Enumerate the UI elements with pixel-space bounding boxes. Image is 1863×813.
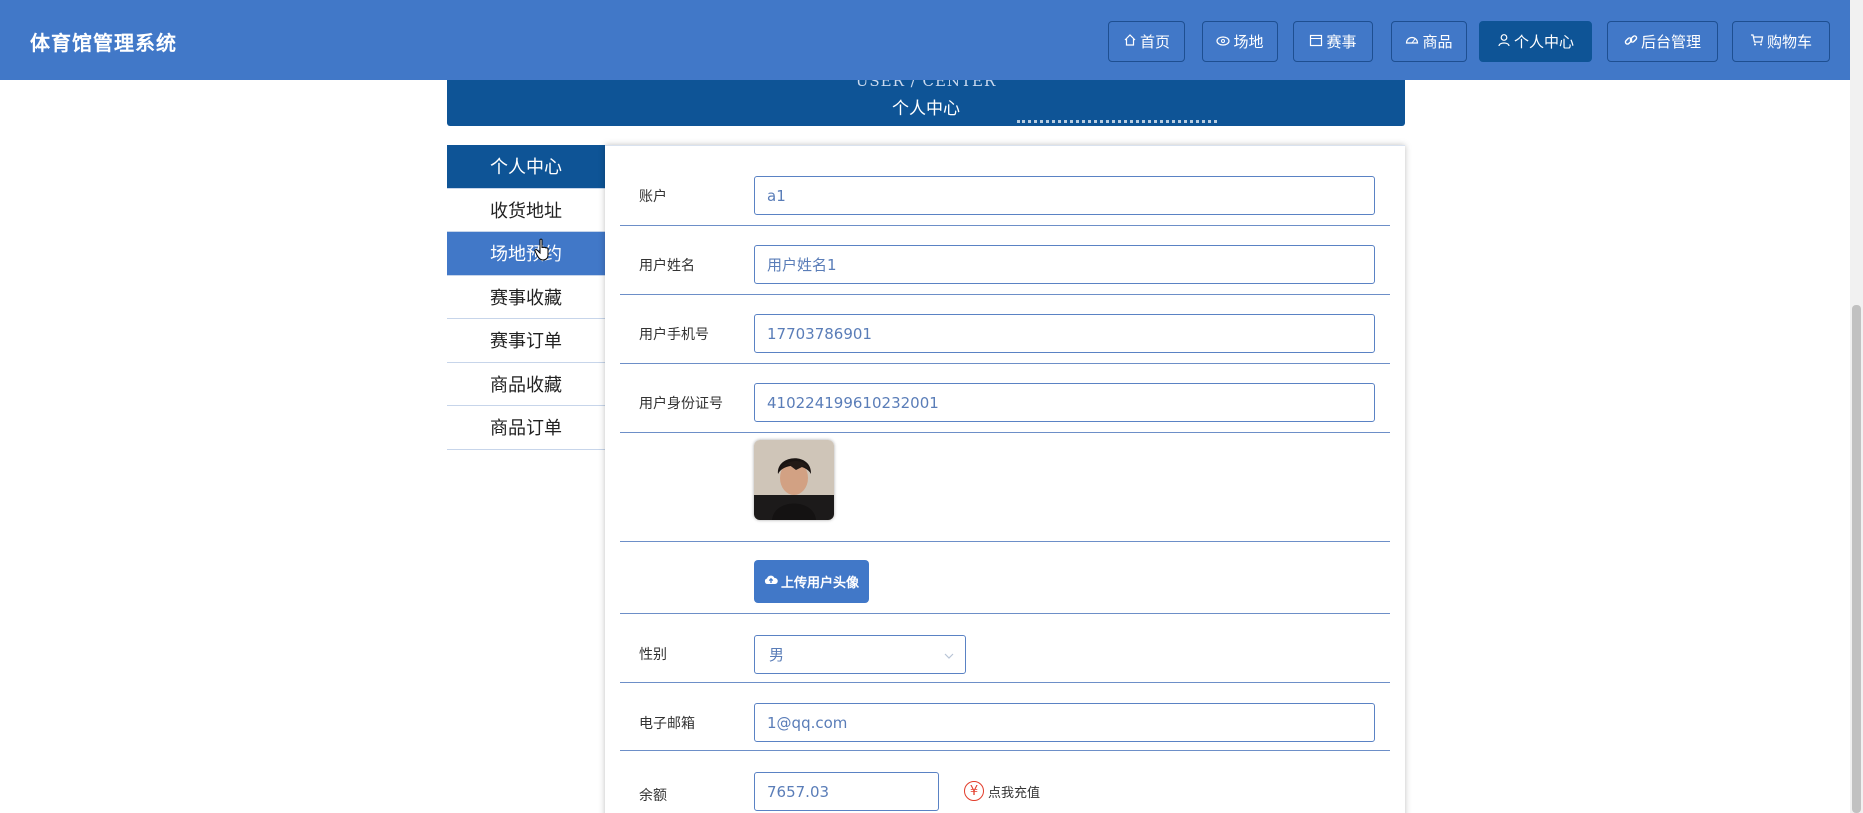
balance-row: 余额 ¥ 点我充值 [620,751,1390,813]
banner-title: 个人中心 [892,99,960,119]
name-row: 用户姓名 [620,226,1390,295]
nav-goods-button[interactable]: 商品 [1391,21,1467,62]
cloud-upload-icon [764,573,778,590]
user-info-form: 账户 用户姓名 用户手机号 用户身份证号 [605,145,1405,813]
nav-events-button[interactable]: 赛事 [1293,21,1373,62]
email-row: 电子邮箱 [620,683,1390,751]
phone-row: 用户手机号 [620,295,1390,364]
recharge-link[interactable]: ¥ 点我充值 [964,781,1040,801]
page-banner: USER / CENTER 个人中心 [447,80,1405,126]
sidebar-item-user-center[interactable]: 个人中心 [447,145,605,189]
nav-goods-label: 商品 [1422,33,1453,51]
nav-admin-label: 后台管理 [1640,33,1701,51]
sidebar-item-event-favorites[interactable]: 赛事收藏 [447,275,605,319]
upload-avatar-label: 上传用户头像 [780,575,859,590]
goods-icon [1405,33,1419,51]
nav-home-label: 首页 [1139,33,1170,51]
scrollbar-thumb[interactable] [1852,305,1861,813]
email-label: 电子邮箱 [639,716,695,732]
account-input[interactable] [754,176,1375,215]
nav-events-label: 赛事 [1326,33,1357,51]
chevron-down-icon [943,648,955,666]
sidebar-item-goods-favorites[interactable]: 商品收藏 [447,362,605,406]
upload-avatar-button[interactable]: 上传用户头像 [754,560,869,603]
upload-row: 上传用户头像 [620,542,1390,614]
phone-label: 用户手机号 [639,327,709,343]
hand-cursor-icon [534,238,554,266]
gender-select[interactable]: 男 [754,635,966,674]
id-card-input[interactable] [754,383,1375,422]
sidebar-item-venue-booking[interactable]: 场地预约 [447,232,605,276]
sidebar-item-shipping-address[interactable]: 收货地址 [447,188,605,232]
nav-home-button[interactable]: 首页 [1108,21,1185,62]
home-icon [1123,33,1137,51]
nav-cart-label: 购物车 [1766,33,1812,51]
page: { "app": { "title": "体育馆管理系统" }, "nav": … [0,0,1863,813]
cart-icon [1750,33,1764,51]
venue-icon [1216,33,1231,51]
name-label: 用户姓名 [639,258,695,274]
banner-title-en: USER / CENTER [855,80,997,90]
account-row: 账户 [620,146,1390,226]
name-input[interactable] [754,245,1375,284]
nav-user-center-label: 个人中心 [1513,33,1574,51]
id-card-label: 用户身份证号 [639,396,723,412]
nav-admin-button[interactable]: 后台管理 [1607,21,1718,62]
nav-cart-button[interactable]: 购物车 [1732,21,1830,62]
gender-row: 性别 男 [620,614,1390,683]
yuan-icon: ¥ [964,781,984,801]
nav-user-center-button[interactable]: 个人中心 [1479,21,1592,62]
link-icon [1624,33,1638,51]
gender-label: 性别 [639,647,667,663]
phone-input[interactable] [754,314,1375,353]
avatar [754,440,834,520]
app-title: 体育馆管理系统 [30,31,177,55]
sidebar-menu: 个人中心 收货地址 场地预约 赛事收藏 赛事订单 商品收藏 商品订单 [447,145,605,450]
avatar-row [620,433,1390,542]
nav-venue-button[interactable]: 场地 [1202,21,1278,62]
recharge-label: 点我充值 [988,785,1041,801]
banner-decoration [1017,120,1217,126]
user-icon [1497,33,1511,51]
sidebar-item-event-orders[interactable]: 赛事订单 [447,319,605,363]
sidebar-item-goods-orders[interactable]: 商品订单 [447,406,605,450]
email-input[interactable] [754,703,1375,742]
nav-venue-label: 场地 [1233,33,1264,51]
top-navbar: 体育馆管理系统 首页 场地 赛事 商品 个人中心 后台管理 购物车 [0,0,1863,80]
gender-value: 男 [769,646,785,664]
page-scrollbar[interactable] [1850,0,1863,813]
calendar-icon [1309,33,1323,51]
balance-label: 余额 [639,788,667,804]
account-label: 账户 [639,189,667,205]
id-card-row: 用户身份证号 [620,364,1390,433]
balance-input[interactable] [754,772,939,811]
